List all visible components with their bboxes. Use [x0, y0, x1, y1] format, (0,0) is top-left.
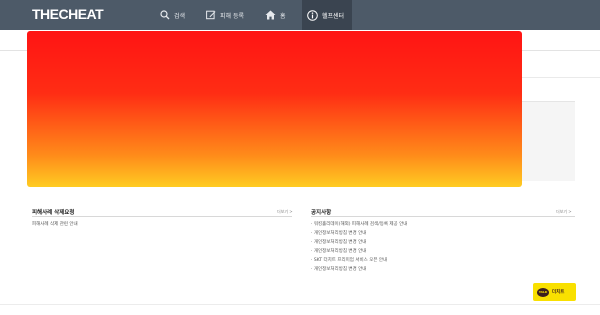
help-subnav: 피해사례 삭제요청 사기피해 대응방법 문의하기 전문가 인증 안내 — [0, 30, 600, 50]
thecheat-logo[interactable]: THECHEAT — [32, 6, 104, 22]
footer-divider — [0, 304, 600, 305]
delete-request-panel: 피해사례 삭제요청 피해사례 등록자에게 삭제를 요청 할 수 있습니다. 타인… — [42, 90, 300, 182]
nav-home-label: 홈 — [280, 12, 286, 20]
nav-helpcenter-label: 헬프센터 — [322, 12, 345, 20]
inquiry-panel-title: 문의하기 — [309, 91, 335, 99]
notice-section-title: 공지사항 — [311, 210, 332, 216]
page-title: 헬프센터 — [32, 63, 62, 72]
nav-report[interactable]: 피해 등록 — [206, 0, 244, 30]
notice-section-divider — [311, 216, 575, 217]
delete-panel-description: 피해사례 등록자에게 삭제를 요청 할 수 있습니다. — [124, 113, 218, 118]
one-on-one-inquiry-button[interactable]: 1:1 문의하기 — [372, 126, 507, 146]
kakaotalk-icon: TALK — [537, 287, 549, 297]
subnav-fraud-response[interactable]: 사기피해 대응방법 — [172, 37, 214, 45]
inquiry-panel: 문의하기 서비스 사용과 관련한 궁금증을 해결 할 수 있습니다. 1:1 문… — [309, 90, 575, 182]
subnav-inquiry[interactable]: 문의하기 — [258, 37, 278, 45]
home-icon — [265, 10, 276, 20]
list-item[interactable]: · 워킹홀리데이(해외) 피해사례 검색/등록 제공 안내 — [311, 221, 407, 227]
title-divider — [32, 77, 600, 78]
list-item[interactable]: · 개인정보처리방침 변경 안내 — [311, 266, 366, 272]
delete-my-report-button[interactable]: 내가 등록한 피해사례 삭제하기 — [105, 153, 239, 173]
nav-search-label: 검색 — [174, 12, 186, 20]
top-navigation-bar: THECHEAT 검색 피해 등록 홈 헬프센터 — [0, 0, 600, 30]
subnav-divider — [0, 50, 600, 51]
list-item[interactable]: · SKT 더치트 프리미엄 서비스 오픈 안내 — [311, 257, 387, 263]
list-item[interactable]: · 개인정보처리방침 변경 안내 — [311, 248, 366, 254]
info-icon — [307, 9, 318, 21]
notice-section-more-link[interactable]: 더보기 > — [556, 209, 572, 215]
my-inquiries-button[interactable]: 나의 문의 내역 — [372, 153, 507, 173]
delete-panel-title: 피해사례 삭제요청 — [42, 91, 96, 99]
inquiry-panel-box: 서비스 사용과 관련한 궁금증을 해결 할 수 있습니다. 1:1 문의하기 나… — [309, 101, 575, 181]
nav-search[interactable]: 검색 — [160, 0, 185, 30]
delete-others-report-button[interactable]: 타인이 등록한 피해사례 삭제하기 — [105, 126, 239, 146]
subnav-delete-request[interactable]: 피해사례 삭제요청 — [88, 37, 130, 45]
list-item[interactable]: · 개인정보처리방침 변경 안내 — [311, 239, 366, 245]
delete-section-title: 피해사례 삭제요청 — [32, 210, 75, 216]
kakaotalk-button[interactable]: TALK 더치트 — [533, 283, 576, 301]
nav-report-label: 피해 등록 — [220, 12, 244, 20]
delete-panel-box: 피해사례 등록자에게 삭제를 요청 할 수 있습니다. 타인이 등록한 피해사례… — [42, 101, 300, 181]
list-item[interactable]: 피해사례 삭제 관련 안내 — [32, 221, 78, 227]
search-icon — [160, 10, 170, 20]
inquiry-panel-description: 서비스 사용과 관련한 궁금증을 해결 할 수 있습니다. — [392, 113, 492, 118]
list-item[interactable]: · 개인정보처리방침 변경 안내 — [311, 230, 366, 236]
nav-home[interactable]: 홈 — [265, 0, 286, 30]
edit-icon — [206, 10, 216, 20]
subnav-expert-cert[interactable]: 전문가 인증 — [343, 37, 370, 45]
nav-helpcenter[interactable]: 헬프센터 — [302, 0, 352, 30]
kakaotalk-label: 더치트 — [552, 290, 565, 295]
delete-section-divider — [32, 216, 292, 217]
subnav-guide[interactable]: 안내 — [430, 37, 440, 45]
delete-section-more-link[interactable]: 더보기 > — [277, 209, 293, 215]
